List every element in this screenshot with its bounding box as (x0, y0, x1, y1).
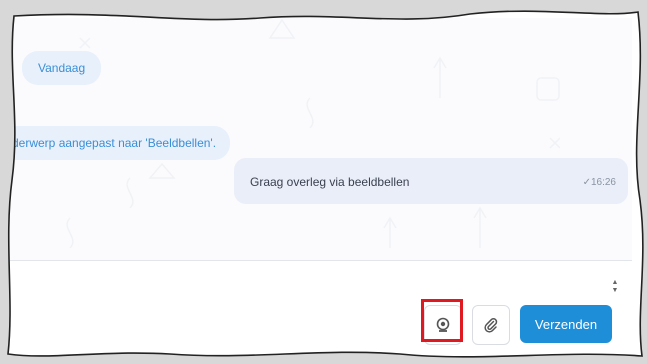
message-text: Graag overleg via beeldbellen (250, 175, 410, 189)
message-timestamp: ✓16:26 (582, 177, 616, 188)
paperclip-icon (484, 318, 498, 333)
scroll-down-icon[interactable]: ▼ (610, 287, 620, 295)
message-composer[interactable]: ▲ ▼ Verzenden (10, 260, 632, 348)
outgoing-message-bubble: Graag overleg via beeldbellen ✓16:26 (234, 158, 628, 204)
date-divider-pill: Vandaag (22, 51, 102, 85)
scroll-up-icon[interactable]: ▲ (610, 279, 620, 287)
chat-window: Vandaag derwerp aangepast naar 'Beeldbel… (10, 18, 632, 348)
composer-scrollbar[interactable]: ▲ ▼ (610, 279, 620, 295)
attach-file-button[interactable] (472, 305, 510, 345)
system-message: derwerp aangepast naar 'Beeldbellen'. (10, 126, 231, 160)
send-button[interactable]: Verzenden (520, 305, 612, 343)
video-call-highlight-box (421, 299, 463, 342)
